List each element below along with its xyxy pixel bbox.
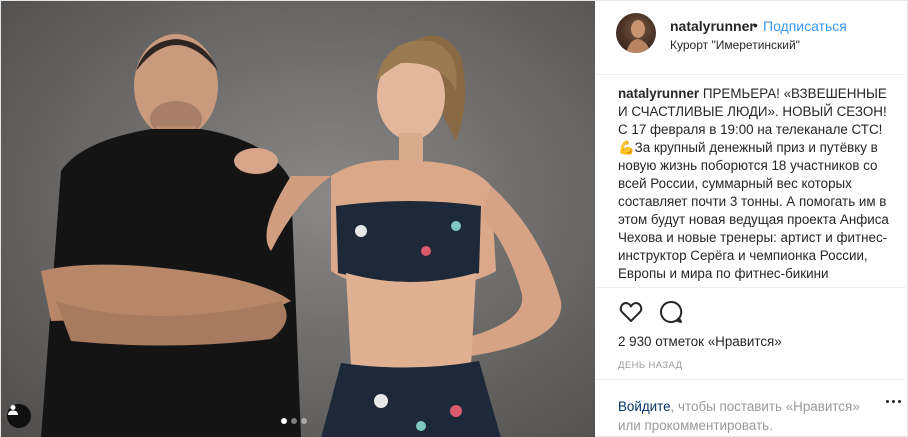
comment-icon[interactable] [658, 299, 684, 325]
carousel-dot[interactable] [301, 418, 307, 424]
post-sidebar: natalyrunner • Подписаться Курорт "Имере… [596, 1, 908, 437]
login-prompt: Войдите, чтобы поставить «Нравится» или … [596, 379, 908, 437]
more-icon[interactable] [886, 400, 904, 406]
avatar[interactable] [616, 13, 656, 53]
caption-username[interactable]: natalyrunner [618, 86, 699, 101]
photo-illustration [41, 34, 562, 437]
heart-icon[interactable] [618, 299, 644, 325]
location-link[interactable]: Курорт "Имеретинский" [670, 38, 800, 52]
likes-count[interactable]: 2 930 отметок «Нравится» [618, 334, 782, 349]
post-caption: natalyrunner ПРЕМЬЕРА! «ВЗВЕШЕННЫЕ И СЧА… [618, 85, 894, 287]
login-text: Войдите, чтобы поставить «Нравится» или … [618, 397, 880, 435]
carousel-dot-active[interactable] [281, 418, 287, 424]
carousel-indicator [281, 418, 307, 424]
follow-button[interactable]: Подписаться [763, 18, 847, 34]
post-timestamp[interactable]: ДЕНЬ НАЗАД [618, 360, 682, 371]
header-separator: • [753, 17, 758, 33]
caption-text: ПРЕМЬЕРА! «ВЗВЕШЕННЫЕ И СЧАСТЛИВЫЕ ЛЮДИ»… [618, 86, 889, 281]
carousel-dot[interactable] [291, 418, 297, 424]
instagram-post: natalyrunner • Подписаться Курорт "Имере… [0, 0, 908, 437]
author-username[interactable]: natalyrunner [670, 18, 755, 34]
post-header: natalyrunner • Подписаться Курорт "Имере… [596, 1, 908, 75]
login-link[interactable]: Войдите [618, 399, 671, 414]
post-photo[interactable] [1, 1, 595, 437]
user-tag-icon[interactable] [7, 404, 31, 428]
